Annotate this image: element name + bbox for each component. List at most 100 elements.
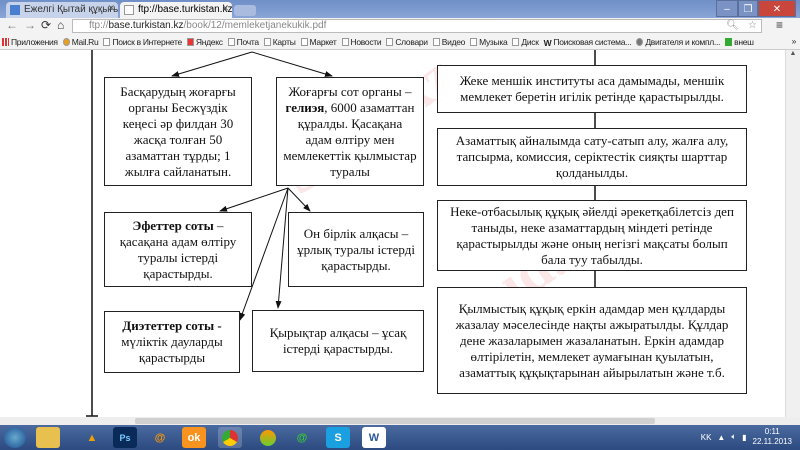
photoshop-icon[interactable]: Ps: [113, 427, 137, 448]
bookmark-label: Музыка: [479, 36, 508, 47]
bookmark-maps[interactable]: Карты: [263, 37, 296, 47]
w-icon: W: [543, 37, 552, 48]
green-icon: [725, 37, 733, 46]
box-text: Азаматтық айналымда сату-сатып алу, жалғ…: [455, 133, 729, 180]
box-ephetai: Эфеттер соты – қасақана адам өлтіру тура…: [104, 212, 252, 287]
bookmark-label: внеш: [734, 36, 754, 47]
page-icon: [432, 37, 440, 46]
bookmark-search-system[interactable]: W Поисковая система...: [543, 36, 632, 48]
clock-time: 0:11: [764, 427, 780, 436]
menu-icon[interactable]: ≡: [776, 18, 783, 32]
bookmark-label: Поиск в Интернете: [112, 36, 182, 47]
box-text: Қылмыстық құқық еркін адамдар мен құлдар…: [455, 300, 729, 380]
apps-icon: [2, 37, 9, 46]
page-icon: [386, 37, 394, 46]
scrollbar-thumb[interactable]: [135, 418, 655, 424]
zoom-icon[interactable]: 🔍︎: [726, 20, 739, 32]
mail-agent-green-icon[interactable]: @: [290, 427, 314, 448]
box-text: Қырықтар алқасы – ұсақ істерді қарастырд…: [269, 325, 407, 356]
close-window-button[interactable]: ✕: [758, 0, 796, 17]
new-tab-button[interactable]: [234, 5, 256, 16]
bookmark-engines[interactable]: Двигателя и компл...: [636, 37, 720, 47]
green-app-icon[interactable]: [256, 427, 280, 448]
box-diaitetai: Диэтеттер соты - мүліктік дауларды қарас…: [104, 311, 240, 373]
home-icon[interactable]: ⌂: [57, 18, 64, 32]
word-icon[interactable]: W: [362, 427, 386, 448]
bookmark-disk[interactable]: Диск: [512, 37, 539, 47]
page-icon: [300, 37, 308, 46]
network-icon[interactable]: ▮: [742, 433, 746, 442]
more-chevron: »: [791, 36, 797, 46]
address-bar[interactable]: ftp://base.turkistan.kz/book/12/memleket…: [72, 19, 762, 33]
bookmark-label: Mail.Ru: [71, 36, 99, 47]
bookmark-yandex[interactable]: Яндекс: [186, 36, 223, 47]
box-text: Жеке меншік институты аса дамымады, менш…: [459, 73, 725, 104]
text-bold: Диэтеттер соты -: [122, 318, 222, 333]
maximize-button[interactable]: ❐: [738, 0, 758, 17]
bookmark-label: Яндекс: [195, 36, 223, 47]
bookmark-music[interactable]: Музыка: [470, 36, 508, 47]
box-text: Басқарудың жоғарғы органы Бесжүздік кеңе…: [120, 83, 236, 179]
volume-icon[interactable]: 🔈︎: [731, 432, 736, 442]
text-post: мүліктік дауларды қарастырды: [121, 334, 223, 365]
aimp-icon[interactable]: ▲: [80, 427, 104, 448]
page-icon: [263, 37, 271, 46]
box-council: Басқарудың жоғарғы органы Бесжүздік кеңе…: [104, 77, 252, 186]
bookmark-label: Новости: [350, 36, 382, 47]
bookmark-label: Поисковая система...: [553, 36, 632, 47]
mail-agent-icon[interactable]: @: [148, 427, 172, 448]
tab-pdf[interactable]: ftp://base.turkistan.kz/bo✕: [120, 2, 232, 18]
skype-icon[interactable]: S: [326, 427, 350, 448]
bookmark-mailru[interactable]: Mail.Ru: [62, 36, 99, 47]
tab-strip: Ежелгі Қытай құқығы - Р✕ ftp://base.turk…: [0, 0, 800, 18]
bookmark-dictionaries[interactable]: Словари: [386, 36, 428, 47]
clock-date: 22.11.2013: [752, 437, 792, 446]
taskbar: ▲ Ps @ ok @ S W KK ▲ 🔈︎ ▮ 0:11 22.11.2013: [0, 425, 800, 450]
bookmark-external[interactable]: внеш: [725, 37, 754, 47]
horizontal-scrollbar[interactable]: [0, 417, 800, 425]
text-bold: Эфеттер соты: [132, 217, 214, 233]
close-tab-icon[interactable]: ✕: [107, 3, 115, 14]
reload-icon[interactable]: ⟳: [41, 18, 51, 32]
box-heliaia: Жоғарғы сот органы – гелиэя, 6000 азамат…: [276, 77, 424, 186]
bookmark-news[interactable]: Новости: [341, 36, 382, 47]
bookmark-search[interactable]: Поиск в Интернете: [103, 36, 182, 47]
box-text: Диэтеттер соты - мүліктік дауларды қарас…: [111, 318, 233, 366]
box-forty: Қырықтар алқасы – ұсақ істерді қарастырд…: [252, 310, 424, 372]
clock[interactable]: 0:11 22.11.2013: [753, 427, 792, 447]
box-family: Неке-отбасылық құқық әйелді әрекетқабіле…: [437, 200, 747, 271]
bookmark-mail[interactable]: Почта: [227, 37, 259, 47]
language-indicator[interactable]: KK: [701, 433, 712, 442]
page-icon: [103, 37, 111, 46]
chrome-icon[interactable]: [218, 427, 242, 448]
yandex-icon: [186, 37, 194, 46]
vertical-scrollbar[interactable]: ▲: [785, 50, 800, 420]
bookmarks-more[interactable]: »: [791, 36, 797, 46]
bookmark-market[interactable]: Маркет: [300, 37, 337, 47]
odnoklassniki-icon[interactable]: ok: [182, 427, 206, 448]
page-icon: [227, 37, 235, 46]
bookmark-video[interactable]: Видео: [432, 37, 465, 47]
start-button[interactable]: [4, 427, 26, 448]
close-tab-icon[interactable]: ✕: [221, 3, 229, 14]
box-eleven: Он бірлік алқасы – ұрлық туралы істерді …: [288, 212, 424, 287]
page-icon: [512, 37, 520, 46]
forward-icon[interactable]: →: [24, 18, 36, 32]
browser-toolbar: ← → ⟳ ⌂ ftp://base.turkistan.kz/book/12/…: [0, 18, 800, 34]
favicon-icon: [10, 5, 20, 15]
page-icon: [470, 37, 478, 46]
tab-ancient-china-law[interactable]: Ежелгі Қытай құқығы - Р✕: [6, 2, 118, 18]
bookmark-label: Словари: [395, 36, 428, 47]
show-hidden-icon[interactable]: ▲: [717, 433, 725, 442]
explorer-icon[interactable]: [36, 427, 60, 448]
bookmark-apps[interactable]: Приложения: [2, 37, 58, 47]
page-icon: [124, 5, 134, 15]
back-icon[interactable]: ←: [6, 18, 18, 32]
tab-title: ftp://base.turkistan.kz/bo: [138, 4, 232, 15]
box-property: Жеке меншік институты аса дамымады, менш…: [437, 65, 747, 113]
minimize-button[interactable]: –: [716, 0, 738, 17]
box-text: Эфеттер соты – қасақана адам өлтіру тура…: [111, 218, 245, 282]
tab-title: Ежелгі Қытай құқығы - Р: [24, 4, 118, 15]
star-icon[interactable]: ☆: [748, 20, 757, 32]
url-path: /book/12/memleketjanekukik.pdf: [183, 20, 327, 31]
